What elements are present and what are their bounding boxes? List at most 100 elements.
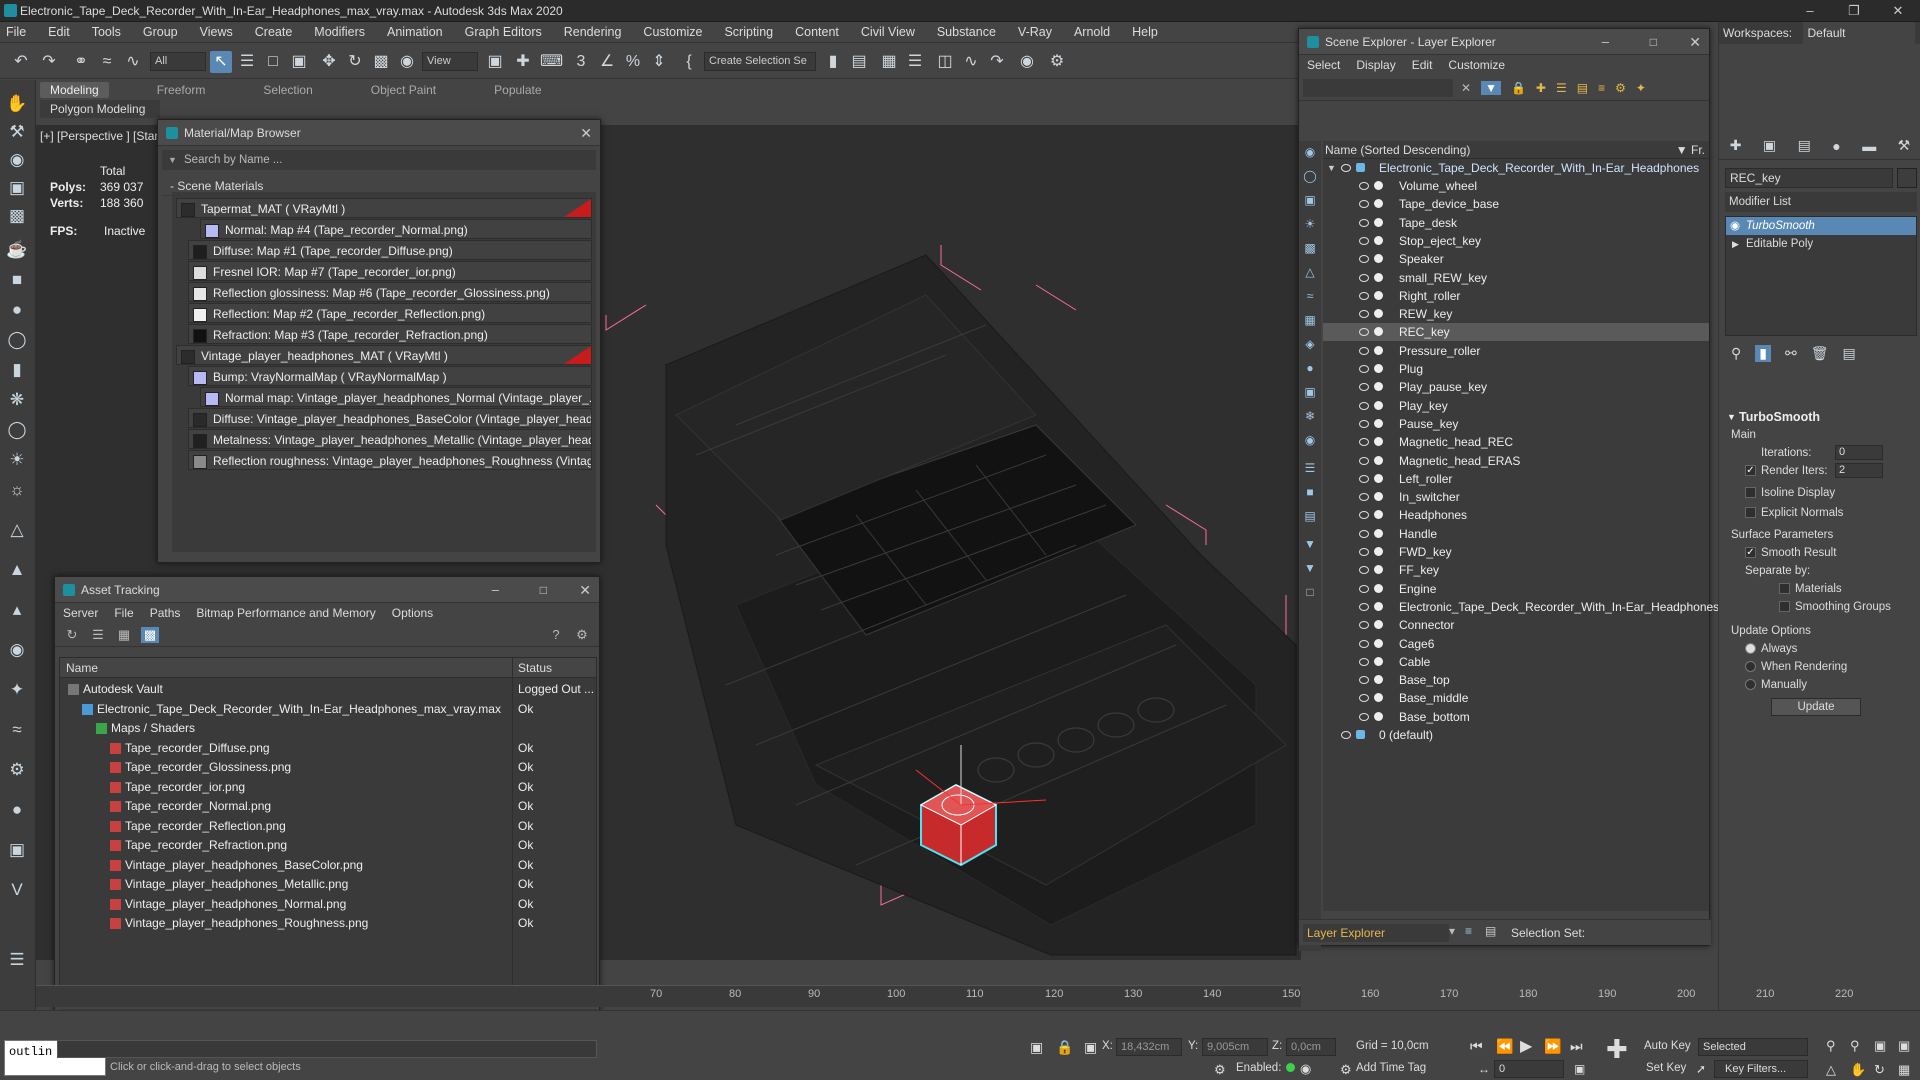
display-xrefs-icon[interactable]: ◈ — [1303, 337, 1317, 351]
visibility-eye-icon[interactable] — [1359, 346, 1369, 355]
tree-item-electronic-tape-deck-recorder-with-in-ear-headphones[interactable]: Electronic_Tape_Deck_Recorder_With_In-Ea… — [1323, 598, 1719, 616]
tab-populate[interactable]: Populate — [484, 82, 551, 98]
link-icon[interactable]: ⚭ — [70, 51, 92, 73]
material-list-item[interactable]: Normal: Map #4 (Tape_recorder_Normal.png… — [200, 219, 592, 239]
column-status[interactable]: Status — [518, 658, 552, 678]
light-icon[interactable]: ☀ — [5, 450, 29, 472]
menu-rendering[interactable]: Rendering — [564, 25, 622, 39]
material-list-item[interactable]: Reflection: Map #2 (Tape_recorder_Reflec… — [188, 303, 592, 323]
display-tab-icon[interactable]: ▬ — [1862, 138, 1876, 154]
smooth-result-checkbox[interactable]: ✓ — [1745, 547, 1756, 558]
key-filters-button[interactable]: Key Filters... — [1714, 1060, 1808, 1078]
curve-editor-icon[interactable]: ∿ — [960, 51, 982, 73]
dropdown-arrow-icon[interactable]: ▾ — [1449, 924, 1455, 938]
current-frame-field[interactable]: 0 — [1494, 1060, 1564, 1078]
move-icon[interactable]: ✥ — [318, 51, 340, 73]
add-to-layer-icon[interactable]: ☰ — [1556, 81, 1567, 95]
object-color-swatch[interactable] — [1897, 168, 1917, 188]
render-bulb-icon[interactable] — [1374, 638, 1383, 648]
scene-menu-select[interactable]: Select — [1307, 58, 1340, 72]
display-containers-icon[interactable]: ▣ — [1303, 385, 1317, 399]
add-time-tag-label[interactable]: Add Time Tag — [1356, 1062, 1426, 1074]
helper-icon[interactable]: ✦ — [5, 680, 29, 702]
scene-menu-edit[interactable]: Edit — [1412, 58, 1433, 72]
tree-item-headphones[interactable]: Headphones — [1323, 506, 1709, 524]
close-icon[interactable]: ✕ — [580, 120, 592, 146]
when-rendering-radio[interactable] — [1745, 661, 1756, 672]
visibility-eye-icon[interactable] — [1359, 291, 1369, 300]
display-geometry-icon[interactable]: ◯ — [1303, 169, 1317, 183]
render-bulb-icon[interactable] — [1374, 601, 1383, 611]
render-bulb-icon[interactable] — [1374, 675, 1383, 685]
tree-item-play-pause-key[interactable]: Play_pause_key — [1323, 378, 1709, 396]
cylinder-icon[interactable]: ▮ — [5, 360, 29, 382]
table-row[interactable]: Vintage_player_headphones_BaseColor.png O… — [60, 856, 598, 875]
visibility-eye-icon[interactable] — [1359, 456, 1369, 465]
tree-item-speaker[interactable]: Speaker — [1323, 250, 1709, 268]
timeline-track[interactable]: 70 80 90 100 110 120 130 140 150 160 170 180 190 200 2… — [36, 985, 1853, 1007]
tree-item-base-bottom[interactable]: Base_bottom — [1323, 708, 1709, 726]
torus-icon[interactable]: ◯ — [5, 330, 29, 352]
redo-icon[interactable]: ↷ — [38, 51, 60, 73]
hammer-icon[interactable]: ⚒ — [5, 122, 29, 144]
sphere-icon[interactable]: ● — [5, 300, 29, 322]
menu-modifiers[interactable]: Modifiers — [314, 25, 365, 39]
materials-checkbox[interactable] — [1779, 583, 1790, 594]
tab-selection[interactable]: Selection — [253, 82, 322, 98]
toggle-layer-explorer-icon[interactable]: ☰ — [904, 51, 926, 73]
layer-tools-icon[interactable]: ⚙ — [1615, 81, 1626, 95]
display-children-icon[interactable]: ☰ — [1303, 461, 1317, 475]
tree-item-play-key[interactable]: Play_key — [1323, 397, 1709, 415]
show-end-result-icon[interactable]: ▮ — [1755, 344, 1771, 362]
tree-item-small-rew-key[interactable]: small_REW_key — [1323, 269, 1709, 287]
restore-button[interactable]: ❐ — [1832, 0, 1876, 22]
material-sphere-icon[interactable]: ● — [5, 800, 29, 822]
visibility-eye-icon[interactable] — [1359, 236, 1369, 245]
display-all-icon[interactable]: ◉ — [1303, 145, 1317, 159]
modify-tab-icon[interactable]: ▣ — [1763, 137, 1776, 154]
scene-menu-display[interactable]: Display — [1356, 58, 1395, 72]
stack-item-editable-poly[interactable]: ▶ Editable Poly — [1726, 235, 1916, 253]
layer-options-icon[interactable]: ✦ — [1636, 81, 1646, 95]
tree-item-magnetic-head-rec[interactable]: Magnetic_head_REC — [1323, 433, 1709, 451]
iterations-spinner[interactable]: 0 — [1835, 445, 1883, 460]
tree-item-in-switcher[interactable]: In_switcher — [1323, 488, 1709, 506]
play-icon[interactable]: ▶ — [1520, 1036, 1532, 1056]
find-input[interactable] — [1303, 78, 1453, 97]
render-bulb-icon[interactable] — [1374, 455, 1383, 465]
eye-icon[interactable]: ◉ — [1730, 217, 1740, 235]
select-by-name-icon[interactable]: ☰ — [236, 51, 258, 73]
rectangular-selection-icon[interactable]: □ — [262, 51, 284, 73]
maximize-viewport-icon[interactable]: ▦ — [1898, 1062, 1910, 1078]
render-setup-icon[interactable]: ⚙ — [1046, 51, 1068, 73]
utilities-tab-icon[interactable]: ⚒ — [1898, 137, 1911, 154]
visibility-eye-icon[interactable] — [1359, 474, 1369, 483]
tree-item-fwd-key[interactable]: FWD_key — [1323, 543, 1709, 561]
render-bulb-icon[interactable] — [1374, 711, 1383, 721]
visibility-eye-icon[interactable] — [1359, 657, 1369, 666]
rotate-icon[interactable]: ↻ — [344, 51, 366, 73]
toggle-ribbon-icon[interactable]: ◫ — [934, 51, 956, 73]
asset-menu-server[interactable]: Server — [63, 606, 98, 620]
tree-item-engine[interactable]: Engine — [1323, 580, 1709, 598]
zoom-extents-all-icon[interactable]: ▣ — [1898, 1038, 1910, 1054]
time-tag-icon[interactable]: ⚙ — [1214, 1062, 1226, 1078]
visibility-eye-icon[interactable] — [1359, 218, 1369, 227]
menu-animation[interactable]: Animation — [387, 25, 443, 39]
expand-arrow-icon[interactable]: ▶ — [1732, 235, 1739, 253]
tree-item-handle[interactable]: Handle — [1323, 525, 1709, 543]
material-list-item[interactable]: Bump: VrayNormalMap ( VRayNormalMap ) — [188, 366, 592, 386]
render-bulb-icon[interactable] — [1374, 620, 1383, 630]
menu-edit[interactable]: Edit — [48, 25, 70, 39]
display-cameras-icon[interactable]: ▩ — [1303, 241, 1317, 255]
tree-item-pressure-roller[interactable]: Pressure_roller — [1323, 342, 1709, 360]
tree-item-plug[interactable]: Plug — [1323, 360, 1709, 378]
visibility-eye-icon[interactable] — [1359, 493, 1369, 502]
table-row[interactable]: Vintage_player_headphones_Roughness.png O… — [60, 914, 598, 933]
display-lights-icon[interactable]: ☀ — [1303, 217, 1317, 231]
render-bulb-icon[interactable] — [1374, 473, 1383, 483]
tab-modeling[interactable]: Modeling — [40, 82, 109, 98]
visibility-eye-icon[interactable] — [1359, 621, 1369, 630]
material-editor-icon[interactable]: ◉ — [1016, 51, 1038, 73]
layer-stack-icon[interactable]: ≡ — [1598, 81, 1605, 95]
